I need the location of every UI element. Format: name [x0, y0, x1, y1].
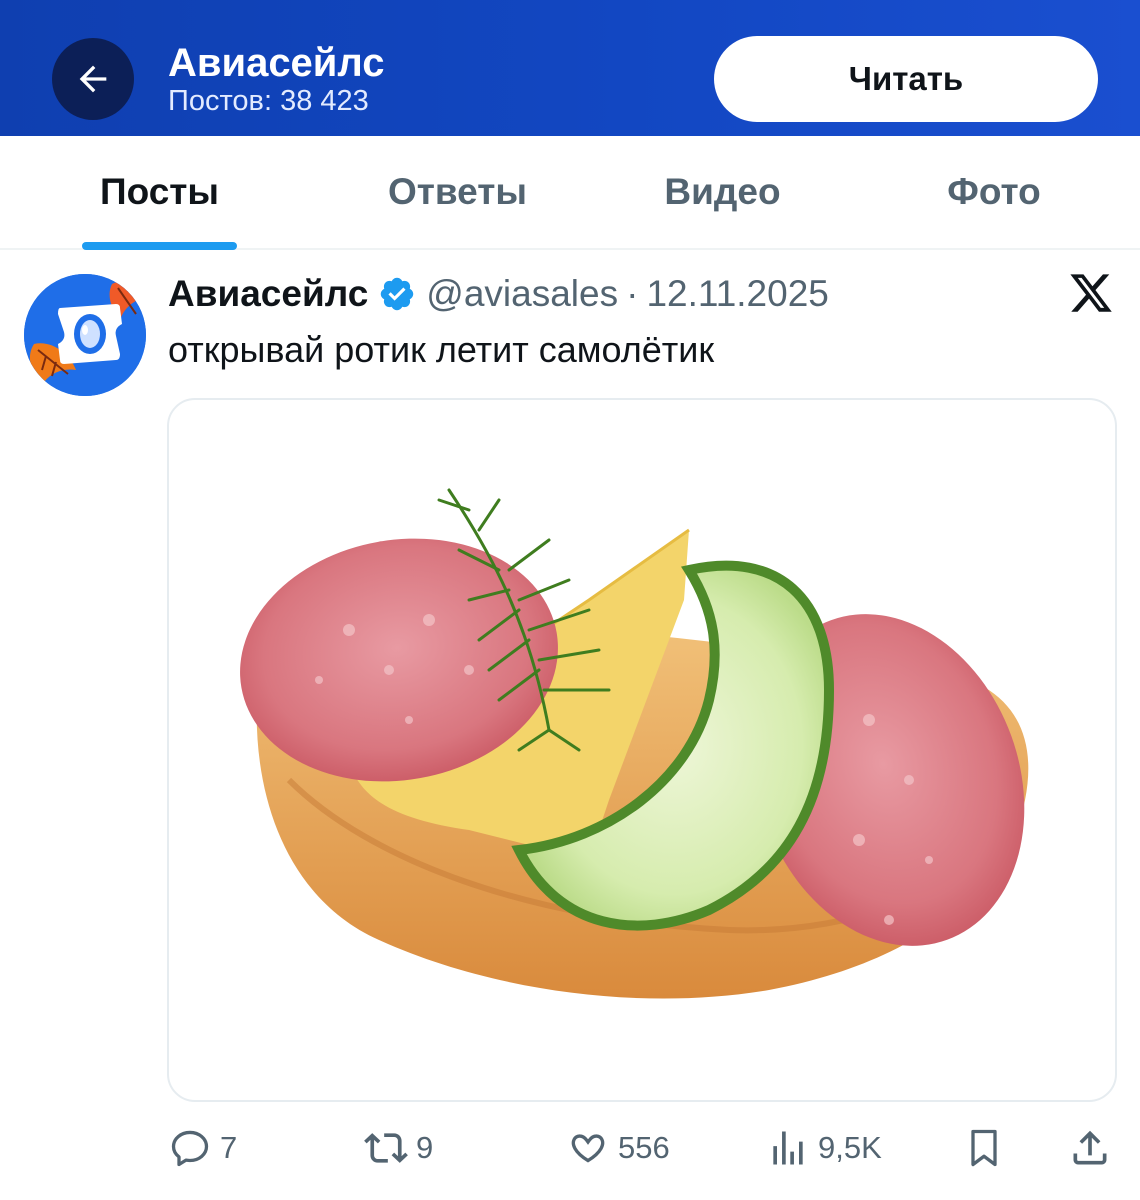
sandwich-image [240, 488, 1029, 999]
x-logo-icon [1070, 274, 1112, 312]
arrow-left-icon [79, 65, 107, 93]
reply-count: 7 [220, 1130, 238, 1165]
follow-button[interactable]: Читать [714, 36, 1098, 122]
like-count: 556 [618, 1130, 670, 1165]
back-button[interactable] [52, 38, 134, 120]
reply-icon [171, 1130, 209, 1167]
post-header: Авиасейлс @aviasales · 12.11.2025 [168, 272, 829, 316]
post-image[interactable] [167, 398, 1117, 1102]
repost-count: 9 [416, 1130, 434, 1165]
bookmark-icon [971, 1129, 997, 1167]
profile-tabs: Посты Ответы Видео Фото [0, 136, 1140, 250]
repost-action[interactable]: 9 [364, 1118, 433, 1178]
tab-replies[interactable]: Ответы [370, 136, 545, 248]
tab-posts[interactable]: Посты [82, 136, 237, 248]
share-icon [1073, 1130, 1107, 1165]
repost-icon [364, 1133, 408, 1163]
profile-title: Авиасейлс [168, 41, 385, 85]
views-action[interactable]: 9,5K [766, 1118, 882, 1178]
view-count: 9,5K [818, 1130, 882, 1165]
post-text: открывай ротик летит самолётик [168, 329, 715, 370]
share-action[interactable] [1068, 1118, 1112, 1178]
author-name[interactable]: Авиасейлс [168, 273, 368, 315]
post-date[interactable]: 12.11.2025 [646, 273, 828, 315]
bookmark-action[interactable] [962, 1118, 1006, 1178]
separator-dot: · [626, 273, 639, 314]
avatar[interactable] [24, 274, 146, 396]
post-count: Постов: 38 423 [168, 85, 369, 117]
active-tab-indicator [82, 242, 237, 250]
reply-action[interactable]: 7 [168, 1118, 237, 1178]
views-icon [773, 1131, 803, 1165]
aviasales-logo-icon [24, 274, 146, 396]
heart-icon [571, 1134, 605, 1163]
tab-video[interactable]: Видео [645, 136, 800, 248]
tab-photo[interactable]: Фото [930, 136, 1058, 248]
post-actions: 7 9 556 9,5K [0, 1118, 1140, 1178]
verified-badge-icon [381, 277, 414, 311]
author-handle[interactable]: @aviasales [426, 273, 618, 315]
like-action[interactable]: 556 [566, 1118, 670, 1178]
profile-header: Авиасейлс Постов: 38 423 Читать [0, 0, 1140, 136]
